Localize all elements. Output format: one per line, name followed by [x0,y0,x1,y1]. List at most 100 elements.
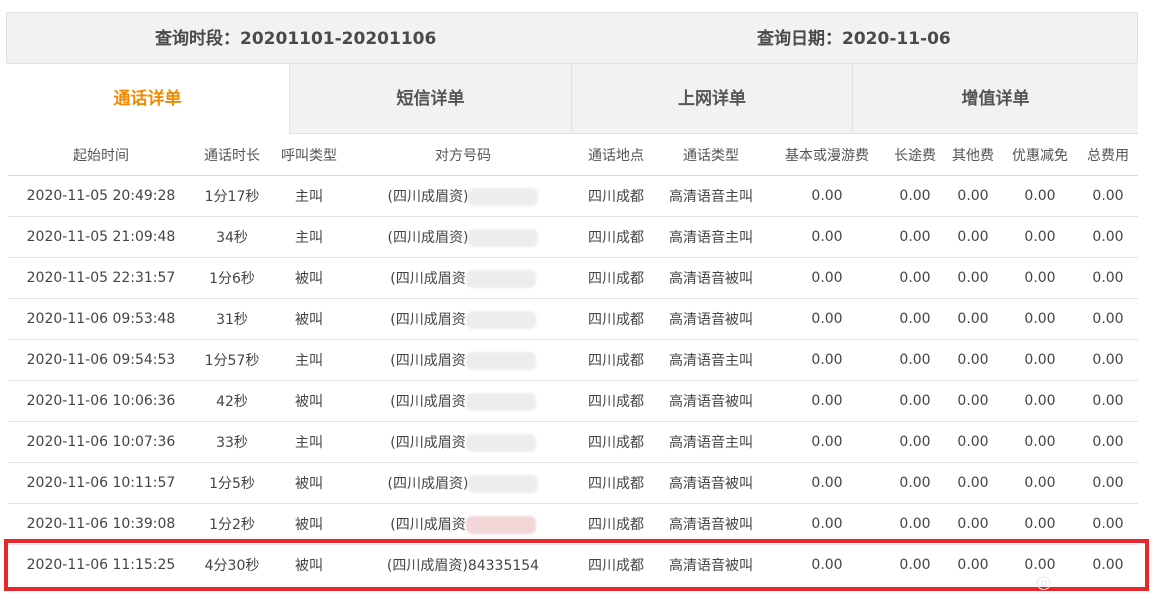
cell-call-type: 被叫 [270,544,348,585]
cell-base-fee-text: 0.00 [811,352,843,368]
cell-call-type-text: 主叫 [295,230,323,246]
cell-other-fee-text: 0.00 [957,229,989,245]
cell-base-fee-text: 0.00 [811,188,843,204]
col-location: 通话地点 [588,147,644,164]
cell-call-type-text: 主叫 [295,435,323,451]
cell-discount: 0.00 [1002,216,1078,258]
tab-value-added-details[interactable]: 增值详单 [852,64,1138,134]
cell-duration-text: 1分2秒 [209,517,255,533]
cell-discount: 0.00 [1002,257,1078,299]
table-row: 2020-11-05 20:49:28 1分17秒 主叫 (四川成眉资) 四川成都 高清语… [8,175,1138,217]
cell-call-type-text: 被叫 [295,271,323,287]
cell-long-distance-fee: 0.00 [886,339,944,381]
cell-location-text: 四川成都 [588,312,644,328]
cell-duration-text: 1分57秒 [204,353,260,369]
cell-location: 四川成都 [578,298,654,340]
cell-base-fee-text: 0.00 [811,270,843,286]
cell-start-time: 2020-11-06 09:54:53 [8,339,194,381]
cell-other-number: (四川成眉资 [348,257,578,299]
cell-start-time-text: 2020-11-06 10:06:36 [26,393,176,409]
cell-start-time-text: 2020-11-06 10:07:36 [26,434,176,450]
cell-base-fee: 0.00 [768,257,886,299]
tab-sms-details[interactable]: 短信详单 [289,64,571,134]
query-date: 查询日期：2020-11-06 [757,29,951,49]
cell-total-text: 0.00 [1092,557,1124,573]
cell-base-fee: 0.00 [768,503,886,545]
cell-call-type: 主叫 [270,216,348,258]
cell-total-text: 0.00 [1092,188,1124,204]
cell-base-fee: 0.00 [768,380,886,422]
cell-base-fee-text: 0.00 [811,557,843,573]
cell-other-number-text: (四川成眉资) [387,189,469,205]
cell-discount-text: 0.00 [1024,393,1056,409]
cell-other-fee-text: 0.00 [957,434,989,450]
cell-start-time: 2020-11-06 11:15:25 [8,544,194,585]
cell-discount-text: 0.00 [1024,352,1056,368]
cell-other-number: (四川成眉资 [348,503,578,545]
cell-base-fee-text: 0.00 [811,311,843,327]
redacted-number-blur [465,352,536,370]
cell-discount-text: 0.00 [1024,475,1056,491]
table-row: 2020-11-06 10:11:57 1分5秒 被叫 (四川成眉资) 四川成都 高清语音… [8,462,1138,504]
table-header-row: 起始时间 通话时长 呼叫类型 对方号码 通话地点 通话类型 基本或漫游费 长途费… [8,134,1138,176]
tab-call-details[interactable]: 通话详单 [6,64,289,134]
cell-discount-text: 0.00 [1024,311,1056,327]
cell-start-time: 2020-11-06 10:11:57 [8,462,194,504]
cell-other-fee-text: 0.00 [957,516,989,532]
cell-total: 0.00 [1078,298,1138,340]
cell-other-fee: 0.00 [944,503,1002,545]
cell-call-type-text: 主叫 [295,353,323,369]
redacted-number-blur [468,475,539,493]
cell-duration-text: 31秒 [216,312,248,328]
cell-location: 四川成都 [578,175,654,217]
cell-location-text: 四川成都 [588,517,644,533]
cell-call-type: 主叫 [270,339,348,381]
cell-other-number: (四川成眉资 [348,380,578,422]
cell-service-type-text: 高清语音被叫 [669,517,753,533]
cell-other-fee: 0.00 [944,298,1002,340]
cell-service-type: 高清语音主叫 [654,339,768,381]
cell-other-number-text: (四川成眉资 [390,394,466,410]
cell-service-type-text: 高清语音主叫 [669,353,753,369]
cell-duration-text: 4分30秒 [204,558,260,574]
cell-other-number-text: (四川成眉资 [390,517,466,533]
cell-other-fee-text: 0.00 [957,352,989,368]
cell-duration-text: 42秒 [216,394,248,410]
table-row: 2020-11-06 10:39:08 1分2秒 被叫 (四川成眉资 四川成都 高清语音被… [8,503,1138,545]
cell-other-number: (四川成眉资)84335154 [348,544,578,585]
cell-long-distance-fee: 0.00 [886,257,944,299]
cell-start-time: 2020-11-06 10:06:36 [8,380,194,422]
col-discount: 优惠减免 [1012,147,1068,164]
cell-other-number: (四川成眉资) [348,216,578,258]
col-total: 总费用 [1087,147,1129,164]
cell-discount-text: 0.00 [1024,229,1056,245]
cell-start-time-text: 2020-11-05 21:09:48 [26,229,176,245]
cell-service-type: 高清语音被叫 [654,298,768,340]
cell-duration: 34秒 [194,216,270,258]
cell-base-fee: 0.00 [768,298,886,340]
table-row: 2020-11-06 10:07:36 33秒 主叫 (四川成眉资 四川成都 高清语音主叫… [8,421,1138,463]
cell-start-time: 2020-11-06 10:39:08 [8,503,194,545]
cell-other-number-text: (四川成眉资 [390,312,466,328]
cell-total-text: 0.00 [1092,311,1124,327]
cell-long-distance-fee: 0.00 [886,216,944,258]
table-row: 2020-11-05 22:31:57 1分6秒 被叫 (四川成眉资 四川成都 高清语音被… [8,257,1138,299]
col-base-fee: 基本或漫游费 [785,147,869,164]
cell-duration: 1分57秒 [194,339,270,381]
query-info-bar: 查询时段：20201101-20201106 查询日期：2020-11-06 [6,12,1138,64]
cell-total: 0.00 [1078,257,1138,299]
cell-call-type: 被叫 [270,462,348,504]
cell-location-text: 四川成都 [588,476,644,492]
cell-location-text: 四川成都 [588,230,644,246]
cell-other-fee-text: 0.00 [957,557,989,573]
cell-location: 四川成都 [578,544,654,585]
cell-start-time-text: 2020-11-06 10:11:57 [26,475,176,491]
cell-duration: 4分30秒 [194,544,270,585]
cell-call-type-text: 被叫 [295,517,323,533]
cell-service-type-text: 高清语音主叫 [669,435,753,451]
cell-total-text: 0.00 [1092,229,1124,245]
tab-internet-details[interactable]: 上网详单 [571,64,852,134]
cell-call-type-text: 主叫 [295,189,323,205]
cell-call-type-text: 被叫 [295,312,323,328]
cell-base-fee: 0.00 [768,216,886,258]
